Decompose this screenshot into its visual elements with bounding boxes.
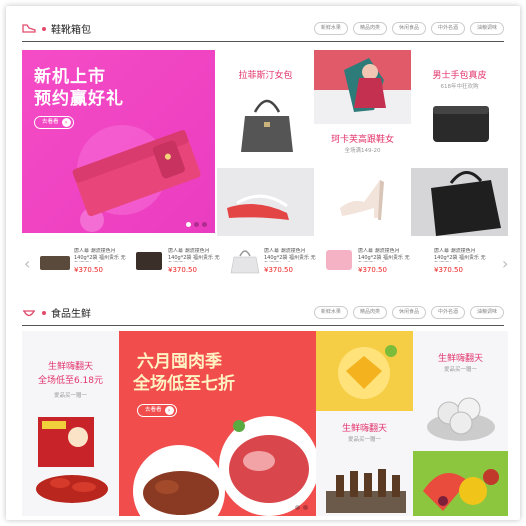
cell-leather-bag[interactable] bbox=[411, 168, 508, 236]
cell-heels[interactable]: 珂卡芙高跟鞋女 全场满149-20 bbox=[314, 124, 411, 236]
prev-arrow-icon[interactable]: ‹ bbox=[24, 254, 30, 273]
tag-snacks[interactable]: 休闲食品 bbox=[391, 306, 426, 319]
handbag-white-image bbox=[230, 250, 260, 274]
cell-title: 珂卡芙高跟鞋女 bbox=[330, 135, 394, 145]
tag-fruit[interactable]: 新鲜水果 bbox=[313, 22, 348, 35]
sandal-image bbox=[217, 168, 314, 236]
fruit-mix-image bbox=[413, 451, 508, 516]
skewers-image bbox=[326, 469, 406, 513]
section-header-food: 食品生鲜 新鲜水果 精品肉类 休闲食品 中外名酒 油粮调味 bbox=[22, 300, 504, 326]
lychee-image bbox=[427, 397, 495, 441]
cell-subtitle: 爱品买一赠一 bbox=[443, 367, 477, 373]
tag-wine[interactable]: 中外名酒 bbox=[430, 22, 465, 35]
carousel-dots[interactable] bbox=[287, 505, 308, 510]
product-name: 唐人幕 潮流撞色月140g*2袋 福州贵乐 无乳源添加 手工 bbox=[264, 248, 316, 261]
strip-item[interactable]: 唐人幕 潮流撞色月140g*2袋 福州贵乐 无乳源添加 手工 ¥370.50 bbox=[322, 242, 412, 282]
cell-promo: 全场低至6.18元 bbox=[37, 376, 104, 386]
next-arrow-icon[interactable]: › bbox=[502, 254, 508, 273]
product-name: 唐人幕 潮流撞色月140g*2袋 福州贵乐 无乳源添加 手工 bbox=[434, 248, 486, 261]
strip-item[interactable]: 唐人幕 潮流撞色月140g*2袋 福州贵乐 无乳源添加 手工 ¥370.50 bbox=[400, 242, 490, 282]
cell-subtitle: 爱品买一赠一 bbox=[53, 393, 87, 399]
product-name: 唐人幕 潮流撞色月140g*2袋 福州贵乐 无乳源添加 手工 bbox=[74, 248, 126, 261]
leather-bag-image bbox=[411, 168, 508, 236]
strip-item[interactable]: 唐人幕 潮流撞色月140g*2袋 福州贵乐 无乳源添加 手工 ¥370.50 bbox=[38, 242, 128, 282]
cell-fruit-mix[interactable] bbox=[413, 451, 508, 516]
section-dot bbox=[42, 26, 46, 31]
product-price: ¥370.50 bbox=[74, 266, 103, 274]
tag-snacks[interactable]: 休闲食品 bbox=[391, 22, 426, 35]
strip-item[interactable]: 唐人幕 潮流撞色月140g*2袋 福州贵乐 无乳源添加 手工 ¥370.50 bbox=[228, 242, 318, 282]
tag-oil[interactable]: 油粮调味 bbox=[469, 306, 504, 319]
food-promo-banner[interactable]: 六月囤肉季 全场低至七折 去看看 › bbox=[119, 331, 316, 516]
section-header-bags: 鞋靴箱包 新鲜水果 精品肉类 休闲食品 中外名酒 油粮调味 bbox=[22, 16, 504, 42]
product-price: ¥370.50 bbox=[264, 266, 293, 274]
crayfish-image bbox=[36, 417, 108, 503]
strip-item[interactable]: 唐人幕 潮流撞色月140g*2袋 福州贵乐 无乳源添加 手工 ¥370.50 bbox=[132, 242, 222, 282]
shoe-icon bbox=[22, 23, 36, 35]
cell-mens-clutch[interactable]: 男士手包真皮 618年中狂欢购 bbox=[411, 50, 508, 168]
cell-subtitle: 全场满149-20 bbox=[344, 148, 381, 154]
cell-title: 男士手包真皮 bbox=[432, 71, 487, 81]
bags-promo-banner[interactable]: 新机上市 预约赢好礼 去看看 › bbox=[22, 50, 215, 233]
cell-subtitle: 爱品买一赠一 bbox=[347, 437, 381, 443]
tag-wine[interactable]: 中外名酒 bbox=[430, 306, 465, 319]
wallet-dark-image bbox=[136, 252, 162, 270]
cell-sandal[interactable] bbox=[217, 168, 314, 236]
cell-skewers[interactable]: 生鲜嗨翻天 爱品买一赠一 bbox=[316, 411, 413, 516]
heels-image bbox=[340, 180, 384, 220]
meat-image bbox=[133, 416, 316, 516]
wallet-image bbox=[72, 125, 201, 232]
section-title: 食品生鲜 bbox=[51, 309, 91, 320]
bowl-icon bbox=[22, 307, 36, 319]
wallet-brown-image bbox=[40, 256, 70, 270]
section-title: 鞋靴箱包 bbox=[51, 25, 91, 36]
page-frame: 鞋靴箱包 新鲜水果 精品肉类 休闲食品 中外名酒 油粮调味 新机上市 预约赢好礼… bbox=[6, 6, 520, 520]
cell-title: 拉菲斯汀女包 bbox=[238, 71, 293, 81]
cell-lychee[interactable]: 生鲜嗨翻天 爱品买一赠一 bbox=[413, 331, 508, 451]
cell-title: 生鲜嗨翻天 bbox=[437, 354, 483, 364]
product-name: 唐人幕 潮流撞色月140g*2袋 福州贵乐 无乳源添加 手工 bbox=[168, 248, 220, 261]
section-dot bbox=[42, 310, 46, 315]
banner-line2: 全场低至七折 bbox=[133, 374, 235, 394]
tag-list: 新鲜水果 精品肉类 休闲食品 中外名酒 油粮调味 bbox=[313, 306, 504, 319]
tag-fruit[interactable]: 新鲜水果 bbox=[313, 306, 348, 319]
carousel-dots[interactable] bbox=[186, 222, 207, 227]
cell-mango[interactable] bbox=[316, 331, 413, 411]
tag-meat[interactable]: 精品肉类 bbox=[352, 306, 387, 319]
phone-case-image bbox=[326, 250, 352, 270]
mango-image bbox=[316, 331, 413, 411]
cell-title: 生鲜嗨翻天 bbox=[341, 424, 387, 434]
cell-crayfish[interactable]: 生鲜嗨翻天 全场低至6.18元 爱品买一赠一 bbox=[22, 331, 119, 516]
product-price: ¥370.50 bbox=[358, 266, 387, 274]
tag-list: 新鲜水果 精品肉类 休闲食品 中外名酒 油粮调味 bbox=[313, 22, 504, 35]
product-price: ¥370.50 bbox=[168, 266, 197, 274]
cell-handbag[interactable]: 拉菲斯汀女包 bbox=[217, 50, 314, 168]
product-price: ¥370.50 bbox=[434, 266, 463, 274]
tag-meat[interactable]: 精品肉类 bbox=[352, 22, 387, 35]
tag-oil[interactable]: 油粮调味 bbox=[469, 22, 504, 35]
handbag-image bbox=[241, 99, 293, 152]
clutch-image bbox=[433, 106, 489, 142]
cell-subtitle: 618年中狂欢购 bbox=[440, 84, 479, 90]
cell-title: 生鲜嗨翻天 bbox=[47, 362, 93, 372]
